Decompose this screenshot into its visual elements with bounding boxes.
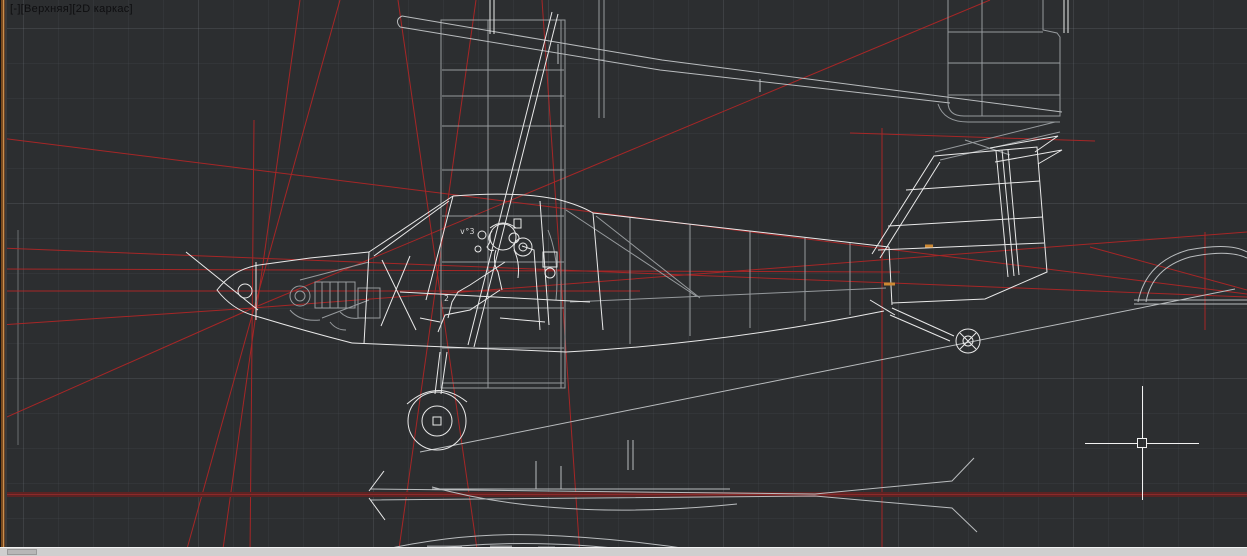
crosshair-cursor [1085,386,1199,500]
scrollbar-thumb[interactable] [7,549,37,555]
viewport-controls[interactable]: [-][Верхняя][2D каркас] [10,3,133,15]
cockpit-annotation: v°3 [460,227,475,236]
panel-annotation: 2 [444,294,449,303]
horizontal-scrollbar[interactable] [0,547,1247,556]
drawing-canvas: v°3 2 [0,0,1247,556]
pickbox-icon [1138,439,1147,448]
window-left-border [0,0,7,556]
wireframe-secondary-layer [290,0,1060,388]
cad-viewport[interactable]: v°3 2 [-][Верхняя][2D каркас] [0,0,1247,556]
